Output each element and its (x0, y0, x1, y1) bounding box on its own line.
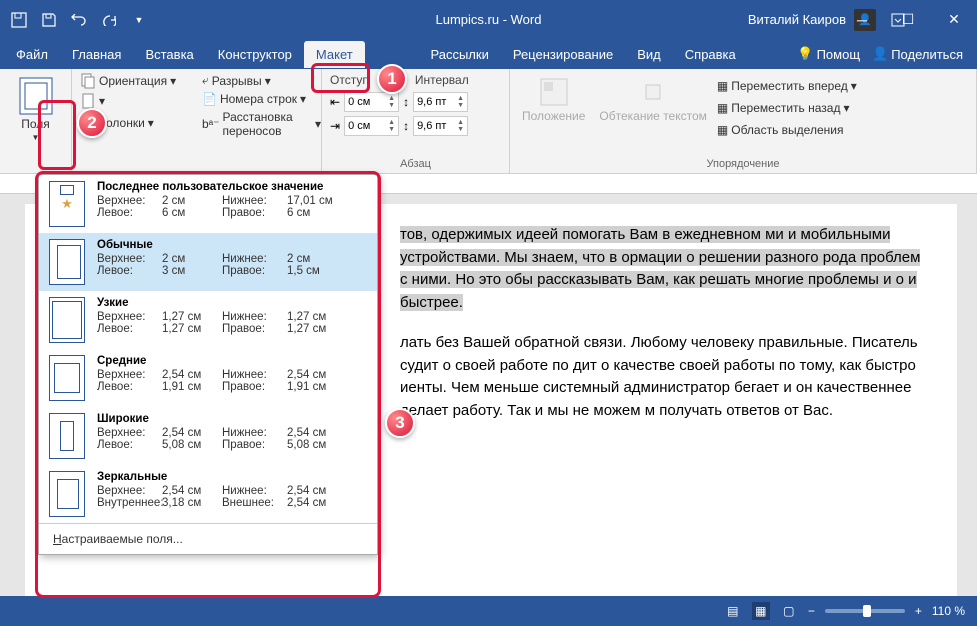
tab-review[interactable]: Рецензирование (501, 41, 625, 68)
close-button[interactable]: ✕ (931, 0, 977, 39)
tab-mailings[interactable]: Рассылки (418, 41, 500, 68)
redo-icon[interactable] (95, 6, 123, 34)
margin-option[interactable]: Обычные Верхнее:2 смНижнее:2 см Левое:3 … (39, 233, 377, 291)
margin-option-name: Широкие (97, 413, 367, 425)
web-layout-icon[interactable]: ▢ (780, 602, 798, 620)
margins-button[interactable]: Поля ▼ (8, 73, 63, 146)
read-mode-icon[interactable]: ▤ (724, 602, 742, 620)
window-title: Lumpics.ru - Word (436, 12, 542, 27)
position-button: Положение (518, 73, 589, 139)
margin-option[interactable]: Широкие Верхнее:2,54 смНижнее:2,54 см Ле… (39, 407, 377, 465)
callout-1-num: 1 (377, 64, 407, 94)
tab-layout[interactable]: Макет (304, 41, 365, 68)
tab-design[interactable]: Конструктор (206, 41, 304, 68)
margin-preview-icon (49, 297, 85, 343)
indent-left-input[interactable]: 0 см▲▼ (344, 92, 399, 112)
print-layout-icon[interactable]: ▦ (752, 602, 770, 620)
selected-text[interactable]: тов, одержимых идеей помогать Вам в ежед… (400, 226, 920, 311)
margin-preview-icon (49, 471, 85, 517)
margin-preview-icon (49, 239, 85, 285)
tab-help[interactable]: Справка (673, 41, 748, 68)
zoom-value[interactable]: 110 % (932, 604, 965, 618)
callout-3-num: 3 (385, 408, 415, 438)
tab-home[interactable]: Главная (60, 41, 133, 68)
indent-right-icon: ⇥ (330, 119, 340, 133)
margin-option-name: Узкие (97, 297, 367, 309)
hyphenation-button[interactable]: bᵃ⁻ Расстановка переносов ▾ (202, 108, 321, 140)
selection-pane-button: ▦ Область выделения (717, 121, 857, 139)
margin-preview-icon (49, 413, 85, 459)
margin-preview-icon (49, 181, 85, 227)
indent-left-icon: ⇤ (330, 95, 340, 109)
save-icon[interactable] (35, 6, 63, 34)
tab-view[interactable]: Вид (625, 41, 673, 68)
zoom-in-button[interactable]: + (915, 604, 922, 618)
margin-option-name: Последнее пользовательское значение (97, 181, 367, 193)
ribbon: Поля ▼ Ориентация ▾ ▾ Колонки ▾ ⤶ Разрыв… (0, 69, 977, 174)
margin-option-name: Средние (97, 355, 367, 367)
minimize-button[interactable]: ─ (839, 0, 885, 39)
undo-icon[interactable] (65, 6, 93, 34)
qat-dropdown-icon[interactable]: ▼ (125, 6, 153, 34)
margin-preview-icon (49, 355, 85, 401)
statusbar: ▤ ▦ ▢ − + 110 % (0, 596, 977, 626)
send-backward-button: ▦ Переместить назад ▾ (717, 99, 857, 117)
tell-me[interactable]: 💡 Помощ (797, 46, 860, 62)
zoom-slider[interactable] (825, 609, 905, 613)
space-before-input[interactable]: 9,6 пт▲▼ (413, 92, 468, 112)
titlebar: ▼ Lumpics.ru - Word Виталий Каиров 👤 ─ ☐… (0, 0, 977, 39)
body-text[interactable]: лать без Вашей обратной связи. Любому че… (400, 334, 918, 419)
ribbon-tabs: Файл Главная Вставка Конструктор Макет С… (0, 39, 977, 69)
indent-right-input[interactable]: 0 см▲▼ (344, 116, 399, 136)
margins-icon (19, 77, 53, 115)
user-name[interactable]: Виталий Каиров (748, 12, 846, 27)
bring-forward-button: ▦ Переместить вперед ▾ (717, 77, 857, 95)
margin-option-name: Обычные (97, 239, 367, 251)
autosave-icon[interactable] (5, 6, 33, 34)
space-after-input[interactable]: 9,6 пт▲▼ (413, 116, 468, 136)
line-numbers-button[interactable]: 📄 Номера строк ▾ (202, 90, 321, 108)
custom-margins-link[interactable]: Настраиваемые поля... (39, 523, 377, 554)
orientation-icon (80, 73, 96, 89)
callout-2-num: 2 (77, 108, 107, 138)
zoom-out-button[interactable]: − (808, 604, 815, 618)
space-after-icon: ↕ (403, 119, 409, 133)
tab-file[interactable]: Файл (4, 41, 60, 68)
position-icon (539, 77, 569, 107)
breaks-button[interactable]: ⤶ Разрывы ▾ (202, 71, 321, 90)
share-button[interactable]: 👤 Поделиться (872, 46, 963, 62)
margin-option[interactable]: Узкие Верхнее:1,27 смНижнее:1,27 см Лево… (39, 291, 377, 349)
margin-option[interactable]: Зеркальные Верхнее:2,54 смНижнее:2,54 см… (39, 465, 377, 523)
tab-insert[interactable]: Вставка (133, 41, 205, 68)
maximize-button[interactable]: ☐ (885, 0, 931, 39)
space-before-icon: ↕ (403, 95, 409, 109)
margin-option[interactable]: Средние Верхнее:2,54 смНижнее:2,54 см Ле… (39, 349, 377, 407)
wrap-button: Обтекание текстом (595, 73, 710, 139)
size-icon (80, 93, 96, 109)
margins-dropdown: Последнее пользовательское значение Верх… (38, 174, 378, 555)
margin-option-name: Зеркальные (97, 471, 367, 483)
margin-option[interactable]: Последнее пользовательское значение Верх… (39, 175, 377, 233)
wrap-icon (638, 77, 668, 107)
